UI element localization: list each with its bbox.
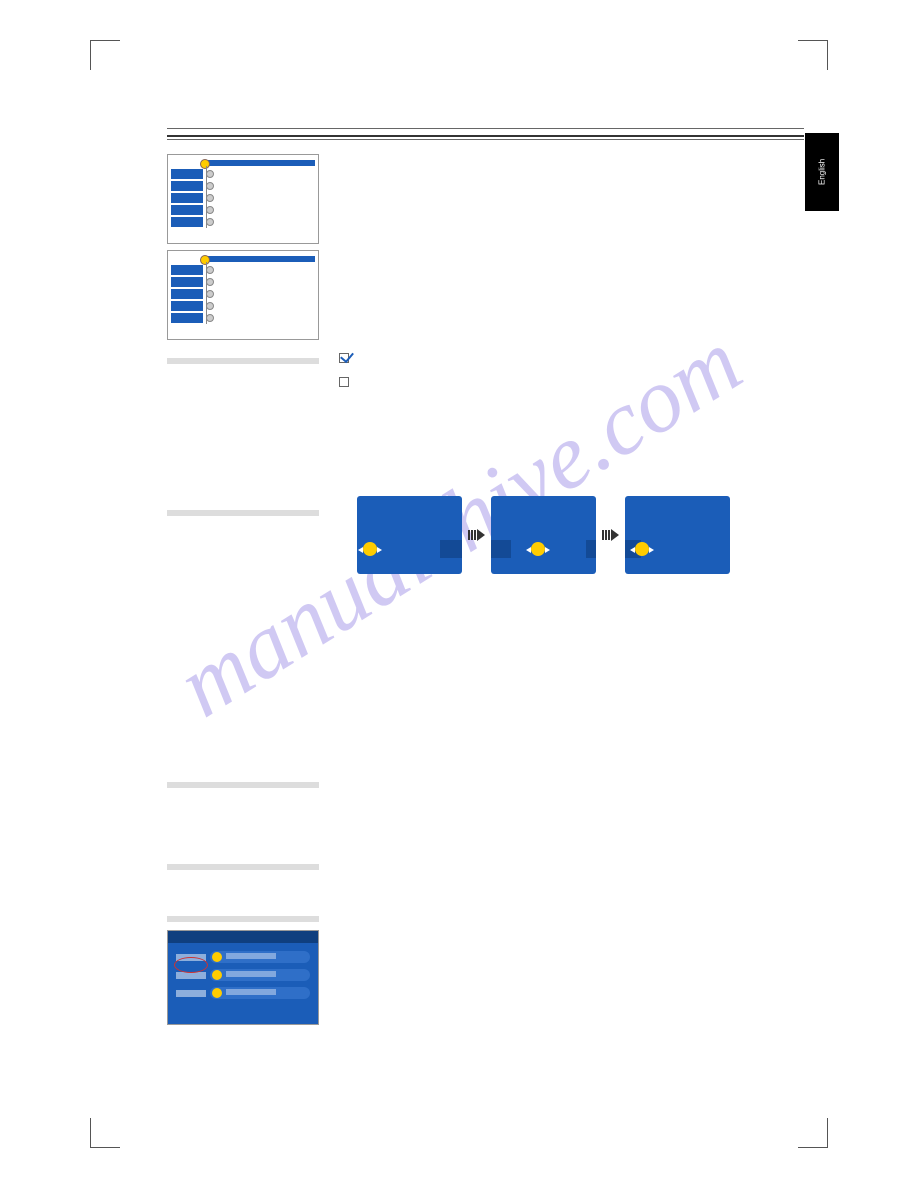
diagram-screen-2 (491, 496, 596, 574)
menu-thumbnail-2 (167, 250, 319, 340)
wizard-thumbnail (167, 930, 319, 1025)
crop-mark-tl (90, 40, 120, 70)
option-checked-text (355, 352, 804, 372)
section-2-body (339, 420, 804, 460)
section-1-sidetext (167, 372, 319, 492)
option-unchecked-text (355, 376, 804, 396)
section-5-body (339, 850, 804, 930)
arrow-right-icon (468, 530, 485, 541)
diagram-screen-1 (357, 496, 462, 574)
diagram-after-paragraph (339, 592, 804, 742)
section-5-label (167, 916, 319, 922)
section-2-label (167, 510, 319, 516)
section-4-label (167, 864, 319, 870)
option-unchecked (339, 376, 804, 396)
left-column (167, 154, 319, 1025)
section-3-label (167, 782, 319, 788)
section-1-label (167, 358, 319, 364)
page-content (167, 128, 804, 1088)
option-checked (339, 352, 804, 372)
menu-thumbnail-1 (167, 154, 319, 244)
right-column (339, 154, 804, 1025)
section-2-sidetext (167, 524, 319, 764)
arrow-right-icon (602, 530, 619, 541)
position-shift-diagram (357, 496, 804, 574)
diagram-intro (339, 466, 804, 478)
checkbox-unchecked-icon (339, 377, 349, 387)
highlight-circle-icon (174, 957, 208, 973)
checkbox-checked-icon (339, 353, 349, 363)
crop-mark-tr (798, 40, 828, 70)
crop-mark-bl (90, 1118, 120, 1148)
section-1-body (339, 306, 804, 346)
diagram-screen-3 (625, 496, 730, 574)
language-tab: English (805, 133, 839, 211)
section-3-body (339, 748, 804, 798)
crop-mark-br (798, 1118, 828, 1148)
intro-paragraph (339, 154, 804, 214)
body-paragraph-1 (339, 220, 804, 300)
section-4-body (339, 804, 804, 844)
section-4-sidetext (167, 878, 319, 898)
section-3-sidetext (167, 796, 319, 846)
